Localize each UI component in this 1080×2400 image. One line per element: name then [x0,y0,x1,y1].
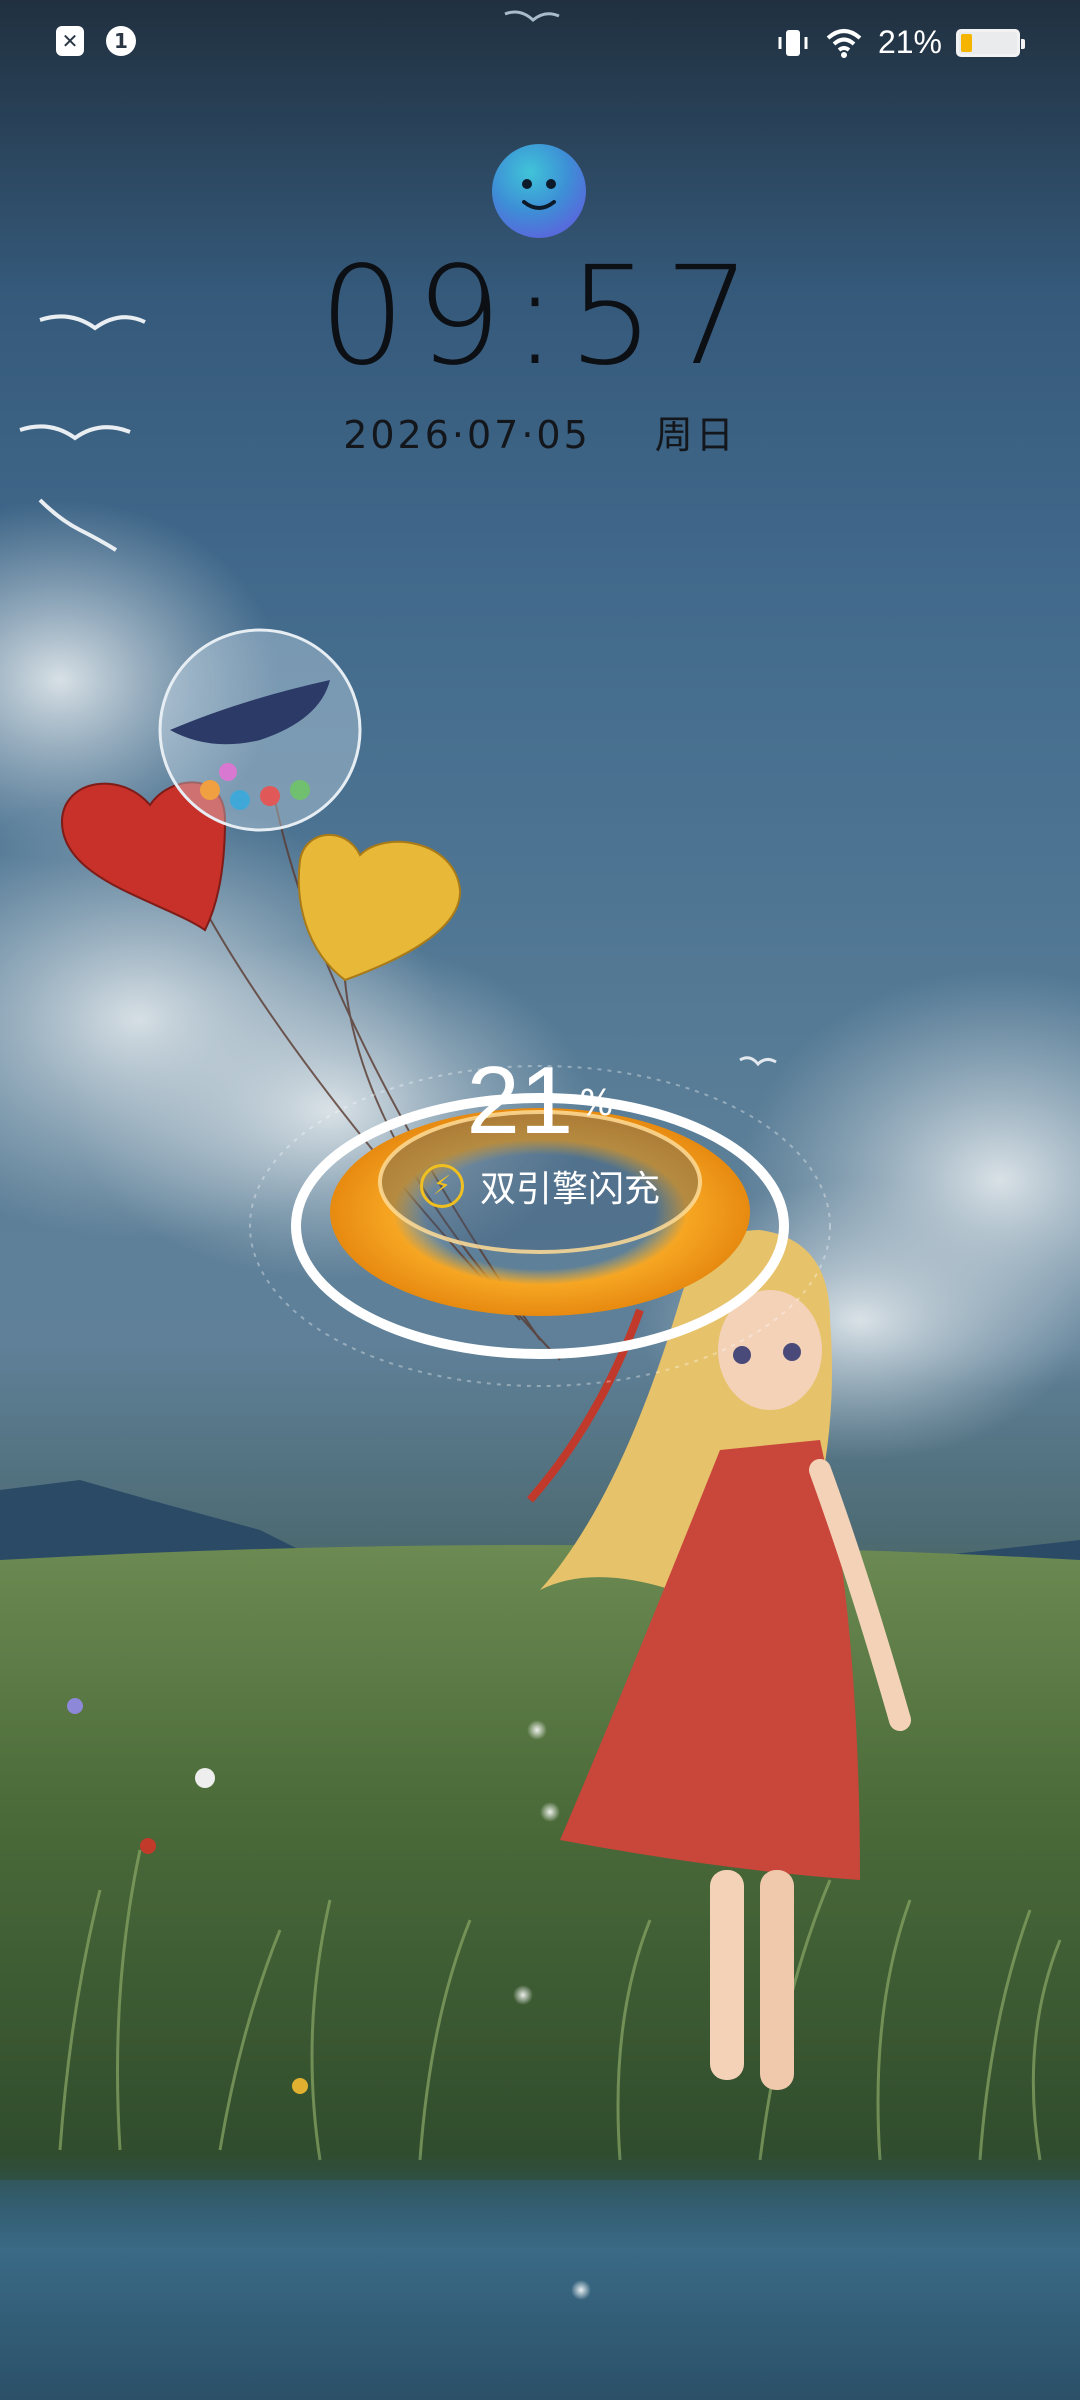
sparkle [571,2280,591,2300]
flower [292,2078,308,2094]
meadow [0,1545,1080,2180]
flower [140,1838,156,1854]
flower [195,1768,215,1788]
sparkle [513,1985,533,2005]
charging-percent: 21% [0,1046,1080,1156]
battery-icon [956,28,1025,57]
charging-percent-unit: % [579,1083,614,1124]
pond [0,2150,1080,2400]
notification-count-icon: 1 [106,26,136,56]
status-left-icons: ✕ 1 [56,26,136,56]
charging-mode-label: 双引擎闪充 [479,1169,660,1210]
ball [290,780,310,800]
date-text: 2026·07·05 [343,413,591,457]
lock-screen: ✕ 1 21% 09:57 2026·07·05 周日 21 % ⚡ 双引擎闪充 [0,0,1080,2400]
ball [230,790,250,810]
battery-percent-text: 21% [877,24,942,60]
weekday-text: 周日 [654,413,737,457]
sparkle [527,1720,547,1740]
lightning-bolt-icon: ⚡ [419,1164,464,1208]
flower [67,1698,83,1714]
wifi-icon [826,28,862,58]
ball [200,780,220,800]
lock-date: 2026·07·05 周日 [0,404,1080,459]
lock-clock: 09:57 [319,238,761,396]
smiley-face-icon [522,179,556,210]
ball [219,763,237,781]
vibrate-icon [778,29,808,56]
smiley-avatar-icon[interactable] [492,144,586,238]
status-right-icons: 21% [776,24,1025,61]
battery-level-fill [961,33,972,52]
charging-mode: ⚡ 双引擎闪充 [0,1160,1080,1212]
sim-x-icon: ✕ [56,26,84,56]
ball [260,786,280,806]
sparkle [540,1802,560,1822]
charging-percent-value: 21 [466,1047,574,1154]
status-bar: ✕ 1 21% [0,0,1080,90]
